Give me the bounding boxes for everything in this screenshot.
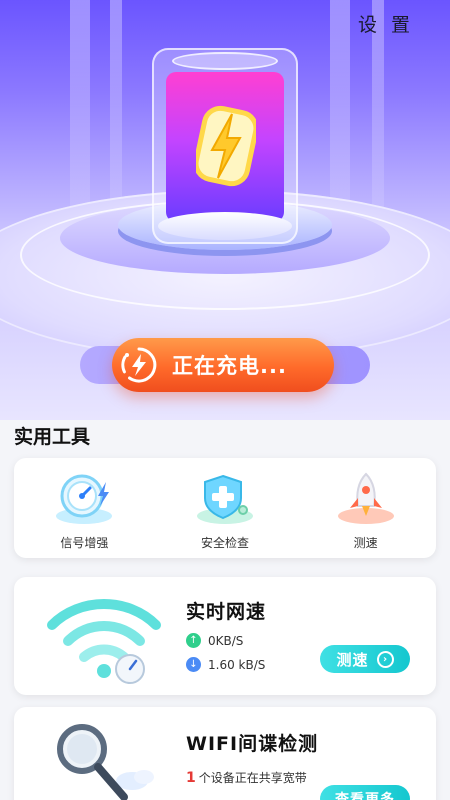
speed-test-button[interactable]: 测速 › xyxy=(320,645,410,673)
settings-button[interactable]: 设 置 xyxy=(358,10,414,37)
speed-test-button-label: 测速 xyxy=(336,650,369,669)
tools-section-title: 实用工具 xyxy=(14,426,91,448)
view-more-button[interactable]: 查看更多 xyxy=(320,785,410,800)
tool-security-check[interactable]: 安全检查 xyxy=(155,458,296,558)
tool-signal-boost[interactable]: 信号增强 xyxy=(14,458,155,558)
charging-hero: 设 置 正在充电... xyxy=(0,0,450,420)
magnifier-icon xyxy=(57,724,154,800)
upload-speed-value: 0KB/S xyxy=(208,633,244,648)
wifi-icon xyxy=(47,599,161,684)
lightning-bolt-icon xyxy=(196,105,256,187)
speedometer-icon xyxy=(56,474,113,524)
spy-description: 1 个设备正在共享宽带 xyxy=(186,769,307,786)
tool-label: 测速 xyxy=(353,536,378,550)
rocket-icon xyxy=(337,472,394,524)
realtime-speed-card: 实时网速 ↑ 0KB/S ↓ 1.60 kB/S 测速 › xyxy=(14,577,436,695)
download-speed-value: 1.60 kB/S xyxy=(208,657,266,672)
spy-card-title: WIFI间谍检测 xyxy=(186,733,319,755)
spy-description-text: 个设备正在共享宽带 xyxy=(198,771,307,785)
wifi-spy-card: WIFI间谍检测 1 个设备正在共享宽带 查看更多 xyxy=(14,707,436,800)
charging-status-pill: 正在充电... xyxy=(112,338,334,392)
tool-label: 安全检查 xyxy=(201,536,250,550)
charging-bolt-icon xyxy=(118,344,160,386)
upload-arrow-icon: ↑ xyxy=(186,633,201,648)
tools-card: 信号增强 安全检查 测速 xyxy=(14,458,436,558)
chevron-right-icon: › xyxy=(376,650,394,668)
battery-base xyxy=(158,212,292,240)
battery-cap xyxy=(172,52,278,70)
upload-speed-row: ↑ 0KB/S xyxy=(186,633,243,648)
download-arrow-icon: ↓ xyxy=(186,657,201,672)
shield-icon xyxy=(197,474,253,524)
download-speed-row: ↓ 1.60 kB/S xyxy=(186,657,265,672)
speed-card-title: 实时网速 xyxy=(186,601,267,623)
shared-device-count: 1 xyxy=(186,770,196,786)
charging-status-text: 正在充电... xyxy=(172,354,287,378)
tool-speed-test[interactable]: 测速 xyxy=(295,458,436,558)
tool-label: 信号增强 xyxy=(60,536,109,550)
